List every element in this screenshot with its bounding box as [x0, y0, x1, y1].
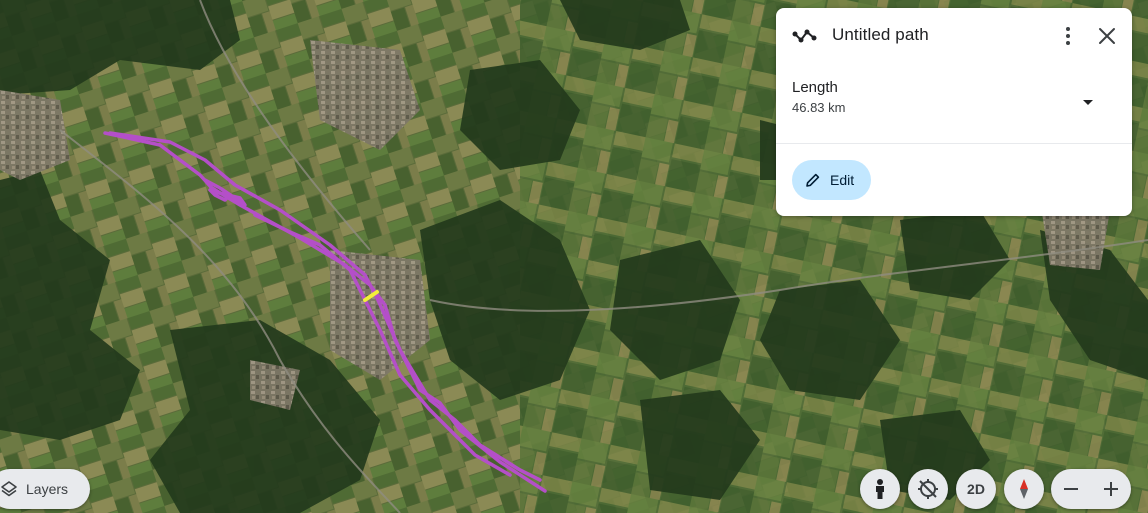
minus-icon [1064, 488, 1078, 490]
compass-button[interactable] [1004, 469, 1044, 509]
zoom-in-button[interactable] [1091, 469, 1131, 509]
edit-button[interactable]: Edit [792, 160, 871, 200]
path-icon [792, 29, 817, 43]
divider [776, 143, 1132, 144]
layers-label: Layers [26, 481, 69, 497]
measurement-row[interactable]: Length 46.83 km [776, 68, 1132, 138]
pegman-icon [876, 479, 884, 499]
pencil-icon [806, 173, 820, 187]
reset-tilt-button[interactable] [908, 469, 948, 509]
panel-header: Untitled path [776, 8, 1132, 64]
street-view-button[interactable] [860, 469, 900, 509]
close-icon[interactable] [1095, 24, 1119, 48]
compass-icon [1020, 479, 1028, 499]
panel-title: Untitled path [832, 25, 929, 44]
plus-icon [1104, 482, 1118, 496]
layers-icon [1, 481, 17, 497]
zoom-controls [1051, 469, 1131, 509]
reset-tilt-icon [918, 479, 938, 499]
chevron-down-icon[interactable] [1076, 90, 1100, 114]
measurement-value: 46.83 km [792, 100, 846, 115]
edit-label: Edit [830, 172, 855, 188]
view-mode-label: 2D [967, 481, 985, 497]
zoom-out-button[interactable] [1051, 469, 1091, 509]
view-mode-toggle[interactable]: 2D [956, 469, 996, 509]
layers-button[interactable]: Layers [0, 469, 90, 509]
measurement-label: Length [792, 79, 838, 96]
more-options-icon[interactable] [1056, 24, 1080, 48]
path-info-panel: Untitled path Length 46.83 km Edit [776, 8, 1132, 216]
